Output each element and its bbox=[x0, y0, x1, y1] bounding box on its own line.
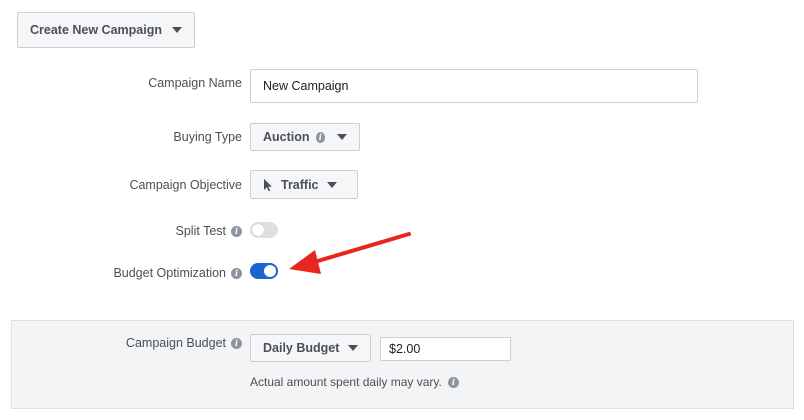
split-test-toggle[interactable] bbox=[250, 222, 278, 238]
campaign-objective-label: Campaign Objective bbox=[129, 178, 242, 192]
budget-optimization-label: Budget Optimization i bbox=[113, 266, 242, 280]
caret-down-icon bbox=[326, 181, 337, 188]
campaign-objective-dropdown[interactable]: Traffic bbox=[250, 170, 358, 199]
caret-down-icon bbox=[172, 27, 182, 33]
buying-type-dropdown[interactable]: Auction i bbox=[250, 123, 360, 151]
info-icon[interactable]: i bbox=[231, 267, 242, 279]
annotation-arrow-icon bbox=[289, 232, 411, 274]
info-icon[interactable]: i bbox=[231, 225, 242, 237]
toggle-knob bbox=[264, 265, 276, 277]
budget-amount-input[interactable] bbox=[380, 337, 511, 361]
caret-down-icon bbox=[348, 345, 358, 351]
buying-type-value: Auction bbox=[263, 130, 310, 144]
campaign-budget-label: Campaign Budget i bbox=[126, 336, 242, 350]
campaign-name-input[interactable] bbox=[250, 69, 698, 103]
info-icon[interactable]: i bbox=[315, 131, 325, 143]
budget-note: Actual amount spent daily may vary. i bbox=[250, 375, 459, 389]
create-campaign-button[interactable]: Create New Campaign bbox=[17, 12, 195, 48]
budget-type-value: Daily Budget bbox=[263, 341, 340, 355]
caret-down-icon bbox=[337, 134, 347, 140]
campaign-budget-panel bbox=[11, 320, 794, 409]
cursor-pointer-icon bbox=[264, 178, 272, 191]
buying-type-label: Buying Type bbox=[173, 130, 242, 144]
budget-type-dropdown[interactable]: Daily Budget bbox=[250, 334, 371, 362]
campaign-name-label: Campaign Name bbox=[148, 76, 242, 90]
info-icon[interactable]: i bbox=[447, 376, 459, 388]
info-icon[interactable]: i bbox=[231, 337, 242, 349]
split-test-label: Split Test i bbox=[176, 224, 242, 238]
create-campaign-label: Create New Campaign bbox=[30, 23, 162, 37]
campaign-objective-value: Traffic bbox=[281, 177, 319, 192]
budget-optimization-toggle[interactable] bbox=[250, 263, 278, 279]
toggle-knob bbox=[252, 224, 264, 236]
